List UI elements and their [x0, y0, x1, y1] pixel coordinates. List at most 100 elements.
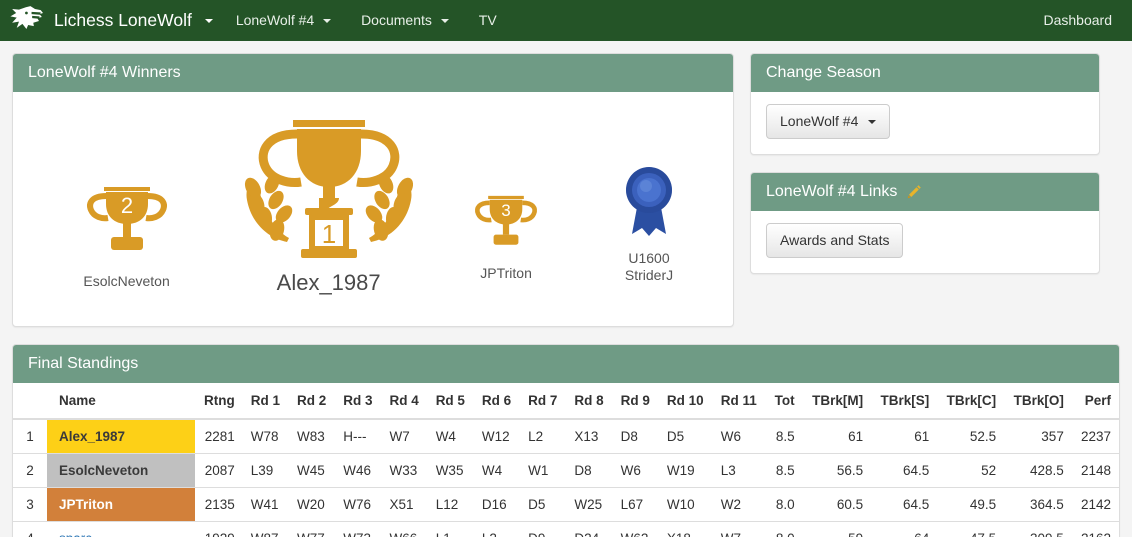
winner-place-number: 3	[501, 201, 510, 220]
col-header-tbrkc: TBrk[C]	[937, 382, 1005, 420]
cell-tbrk-s: 61	[871, 418, 938, 453]
cell-tbrk-o: 357	[1004, 418, 1072, 453]
cell-total: 8.5	[765, 418, 803, 453]
cell-round-4: X51	[381, 486, 428, 521]
cell-tbrk-c: 52	[937, 452, 1005, 487]
col-header-round-8: Rd 8	[566, 382, 613, 420]
season-dropdown-button[interactable]: LoneWolf #4	[766, 104, 891, 139]
cell-round-8: D8	[566, 452, 613, 487]
cell-round-11: W7	[712, 520, 766, 537]
standings-table-head: Name Rtng Rd 1 Rd 2 Rd 3 Rd 4 Rd 5 Rd 6 Rd 7 Rd 8…	[13, 382, 1119, 420]
links-panel-body: Awards and Stats	[751, 211, 1099, 273]
links-panel: LoneWolf #4 Links Awards and Stats	[750, 171, 1100, 274]
chevron-down-icon	[868, 120, 877, 125]
chevron-down-icon	[440, 19, 449, 24]
winner-name: EsolcNeveton	[83, 273, 170, 289]
award-ribbon-icon	[626, 166, 672, 236]
col-header-tbrks: TBrk[S]	[871, 382, 938, 420]
change-season-panel: Change Season LoneWolf #4	[750, 53, 1100, 155]
cell-tbrk-c: 52.5	[937, 418, 1005, 453]
winner-u1600: U1600 StriderJ	[580, 164, 718, 297]
cell-round-4: W66	[381, 520, 428, 537]
nav-item-lonewolf4[interactable]: LoneWolf #4	[221, 0, 346, 41]
cell-round-10: W10	[658, 486, 713, 521]
links-panel-header: LoneWolf #4 Links	[751, 172, 1099, 211]
col-header-round-11: Rd 11	[712, 382, 766, 420]
cell-round-8: D24	[566, 520, 613, 537]
col-header-rating: Rtng	[195, 382, 243, 420]
table-row: 4 sparc 1929W87W77W73W66L1L2D9D24W62X18W78…	[13, 520, 1119, 537]
chevron-down-icon	[323, 19, 332, 24]
cell-round-11: W6	[712, 418, 766, 453]
cell-tbrk-m: 59	[802, 520, 872, 537]
cell-round-7: D5	[520, 486, 567, 521]
col-header-round-5: Rd 5	[427, 382, 474, 420]
winner-name: Alex_1987	[276, 270, 381, 295]
cell-rating: 2087	[195, 452, 243, 487]
cell-round-5: W35	[427, 452, 474, 487]
cell-rank: 1	[13, 418, 47, 453]
cell-round-2: W45	[288, 452, 336, 487]
col-header-round-4: Rd 4	[381, 382, 428, 420]
cell-round-1: W87	[242, 520, 289, 537]
cell-player-name: Alex_1987	[47, 418, 195, 453]
cell-round-3: H---	[335, 418, 382, 453]
winners-panel-body: 2 EsolcNeveton 1 Alex_1987 3 JPTriton U1…	[13, 92, 733, 326]
cell-round-8: X13	[566, 418, 613, 453]
wolf-head-icon	[10, 5, 43, 29]
col-header-name: Name	[47, 382, 195, 420]
cell-player-name[interactable]: sparc	[47, 520, 195, 537]
cell-tbrk-o: 428.5	[1004, 452, 1072, 487]
sidebar-column: Change Season LoneWolf #4 LoneWolf #4 Li…	[750, 53, 1100, 291]
cell-tbrk-m: 61	[802, 418, 872, 453]
cell-round-5: W4	[427, 418, 474, 453]
col-header-round-2: Rd 2	[288, 382, 336, 420]
trophy-icon: 2	[86, 187, 167, 250]
cell-round-5: L1	[427, 520, 474, 537]
trophy-laurel-icon: 1	[244, 120, 413, 258]
pencil-icon[interactable]	[907, 184, 922, 199]
cell-round-3: W46	[335, 452, 382, 487]
cell-round-2: W77	[288, 520, 336, 537]
col-header-perf: Perf	[1071, 382, 1119, 420]
winner-first-place: 1 Alex_1987	[225, 112, 432, 297]
change-season-body: LoneWolf #4	[751, 92, 1099, 154]
cell-total: 8.0	[765, 520, 803, 537]
col-header-round-10: Rd 10	[658, 382, 713, 420]
nav-item-documents[interactable]: Documents	[346, 0, 464, 41]
table-row: 1 Alex_1987 2281 W78 W83 H--- W7 W4 W12 L2 X13 D8 D5…	[13, 418, 1119, 453]
cell-round-3: W73	[335, 520, 382, 537]
nav-item-dashboard[interactable]: Dashboard	[1038, 0, 1119, 41]
table-row: 3 JPTriton 2135 W41 W20 W76 X51 L12 D16 D5 W25 L67 W…	[13, 486, 1119, 521]
cell-round-9: W6	[612, 452, 659, 487]
cell-round-9: L67	[612, 486, 659, 521]
trophy-icon: 3	[475, 195, 537, 245]
winners-panel-title: LoneWolf #4 Winners	[28, 64, 181, 81]
winners-column: LoneWolf #4 Winners 2 EsolcNeveton 1 Ale…	[12, 53, 734, 344]
cell-player-name: JPTriton	[47, 486, 195, 521]
winner-category: U1600	[628, 249, 670, 266]
final-standings-body: Name Rtng Rd 1 Rd 2 Rd 3 Rd 4 Rd 5 Rd 6 Rd 7 Rd 8…	[13, 382, 1119, 537]
cell-round-4: W7	[381, 418, 428, 453]
links-panel-title: LoneWolf #4 Links	[766, 182, 898, 200]
season-dropdown-label: LoneWolf #4	[780, 113, 859, 129]
standings-table: Name Rtng Rd 1 Rd 2 Rd 3 Rd 4 Rd 5 Rd 6 Rd 7 Rd 8…	[13, 382, 1119, 537]
cell-round-4: W33	[381, 452, 428, 487]
winners-list: 2 EsolcNeveton 1 Alex_1987 3 JPTriton U1…	[28, 104, 718, 311]
cell-round-7: L2	[520, 418, 567, 453]
winner-second-place: 2 EsolcNeveton	[28, 181, 225, 297]
col-header-tbrko: TBrk[O]	[1004, 382, 1072, 420]
cell-rank: 3	[13, 486, 47, 521]
player-link[interactable]: sparc	[59, 531, 92, 537]
cell-round-1: W78	[242, 418, 289, 453]
cell-rating: 1929	[195, 520, 243, 537]
nav-item-tv[interactable]: TV	[464, 0, 512, 41]
col-header-round-1: Rd 1	[242, 382, 289, 420]
awards-and-stats-button[interactable]: Awards and Stats	[766, 222, 904, 258]
brand-link[interactable]: Lichess LoneWolf	[4, 5, 221, 37]
winner-third-place: 3 JPTriton	[432, 191, 580, 297]
cell-perf: 2162	[1071, 520, 1119, 537]
cell-perf: 2148	[1071, 452, 1119, 487]
cell-round-9: D8	[612, 418, 659, 453]
cell-perf: 2237	[1071, 418, 1119, 453]
